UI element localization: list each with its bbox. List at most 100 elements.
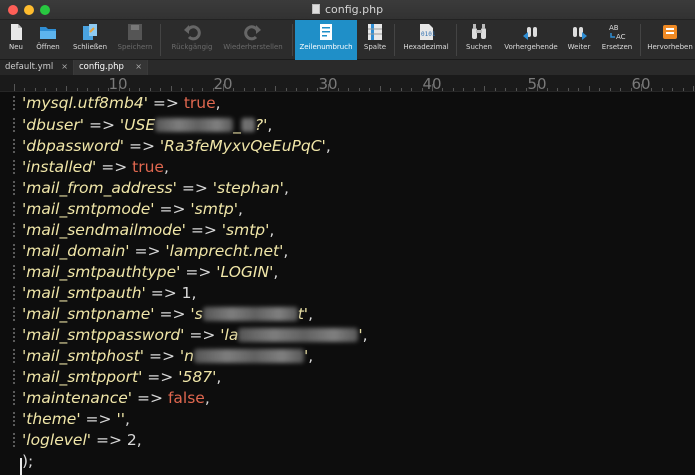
ruler-tick <box>609 88 611 91</box>
highlight-button[interactable]: Hervorheben <box>645 20 695 60</box>
ruler-tick <box>285 88 287 91</box>
tab-config-php[interactable]: config.php × <box>74 60 148 75</box>
search-label: Suchen <box>466 43 492 51</box>
open-button[interactable]: Öffnen <box>32 20 64 60</box>
ruler-tick <box>432 84 433 91</box>
save-label: Speichern <box>117 43 153 51</box>
hexadecimal-button[interactable]: 0101 Hexadezimal <box>400 20 452 60</box>
column-icon <box>368 24 382 40</box>
undo-icon <box>184 25 201 41</box>
ruler-tick <box>306 88 308 91</box>
redo-icon <box>244 25 261 41</box>
text-cursor <box>20 458 22 475</box>
replace-label: Ersetzen <box>601 43 633 51</box>
save-button[interactable]: Speichern <box>114 20 156 60</box>
ruler-tick <box>452 88 454 91</box>
ruler-tick <box>358 88 360 91</box>
toolbar-separator <box>456 24 457 56</box>
ruler-tick <box>620 88 622 91</box>
ruler-tick <box>254 88 256 91</box>
ruler-tick <box>275 86 277 91</box>
ruler-tick <box>379 86 381 91</box>
code-line: 'loglevel' => 2, <box>13 430 142 451</box>
redacted-value <box>194 349 304 363</box>
svg-text:0101: 0101 <box>421 31 435 38</box>
open-label: Öffnen <box>36 43 60 51</box>
ruler-tick <box>567 88 569 91</box>
ruler-tick <box>97 88 99 91</box>
toolbar-separator <box>160 24 161 56</box>
ruler-tick <box>390 88 392 91</box>
search-button[interactable]: Suchen <box>462 20 496 60</box>
code-line: 'dbuser' => 'USE _ ?', <box>13 115 272 136</box>
redacted-value <box>155 118 234 132</box>
code-line: 'mail_domain' => 'lamprecht.net', <box>13 241 288 262</box>
word-wrap-button[interactable]: Zeilenumbruch <box>295 20 357 60</box>
toolbar-separator <box>640 24 641 56</box>
close-file-button[interactable]: Schließen <box>70 20 110 60</box>
tab-default-yml[interactable]: default.yml × <box>0 60 74 75</box>
column-button[interactable]: Spalte <box>360 20 390 60</box>
ruler-tick <box>661 88 663 91</box>
replace-button[interactable]: AB AC Ersetzen <box>598 20 636 60</box>
ruler-tick <box>181 88 183 91</box>
ruler-tick <box>515 88 517 91</box>
save-icon <box>128 24 142 40</box>
ruler-tick <box>411 88 413 91</box>
ruler-tick <box>87 88 89 91</box>
code-line: 'mail_smtpauth' => 1, <box>13 283 196 304</box>
new-button[interactable]: Neu <box>4 20 28 60</box>
open-folder-icon <box>40 27 56 39</box>
ruler-tick <box>651 88 653 91</box>
ruler-tick <box>337 88 339 91</box>
window-title: config.php <box>0 3 695 16</box>
ruler-tick <box>630 88 632 91</box>
ruler-tick <box>34 88 36 91</box>
next-button[interactable]: Weiter <box>564 20 594 60</box>
search-icon <box>472 24 486 39</box>
previous-icon <box>523 27 537 40</box>
undo-button[interactable]: Rückgängig <box>168 20 216 60</box>
code-line: 'mail_smtppassword' => 'la ', <box>13 325 368 346</box>
ruler-tick <box>463 88 465 91</box>
ruler-tick <box>536 84 538 91</box>
undo-label: Rückgängig <box>171 43 213 51</box>
ruler-tick <box>484 86 486 91</box>
code-line: 'mail_smtpport' => '587', <box>13 367 221 388</box>
word-wrap-label: Zeilenumbruch <box>299 43 353 51</box>
previous-label: Vorhergehende <box>504 43 558 51</box>
ruler-tick <box>682 88 684 91</box>
ruler-tick <box>494 88 496 91</box>
previous-button[interactable]: Vorhergehende <box>500 20 562 60</box>
code-line: 'mail_smtpname' => 's t', <box>13 304 313 325</box>
close-tab-icon[interactable]: × <box>135 62 142 71</box>
ruler-tick <box>421 88 423 91</box>
close-file-label: Schließen <box>72 43 108 51</box>
close-tab-icon[interactable]: × <box>61 62 68 71</box>
hex-icon: 0101 <box>420 24 435 40</box>
ruler-tick <box>108 88 110 91</box>
ruler-tick <box>76 88 78 91</box>
ruler-tick <box>473 88 475 91</box>
ruler-tick <box>149 88 151 91</box>
redo-button[interactable]: Wiederherstellen <box>220 20 286 60</box>
ruler-tick <box>170 86 172 91</box>
ruler-tick <box>641 84 642 91</box>
ruler-tick <box>327 84 329 91</box>
ruler-tick <box>557 88 559 91</box>
code-line: 'dbpassword' => 'Ra3feMyxvQeEuPqC', <box>13 136 331 157</box>
ruler-tick <box>296 88 298 91</box>
toolbar: Neu Öffnen Schließen Speichern Rückgängi… <box>0 20 695 60</box>
next-icon <box>573 27 587 40</box>
tab-bar: default.yml × config.php × <box>0 60 695 75</box>
code-editor[interactable]: 'mysql.utf8mb4' => true, 'dbuser' => 'US… <box>0 92 695 475</box>
ruler-tick <box>223 84 224 91</box>
tab-label: default.yml <box>5 62 54 72</box>
ruler-tick <box>45 88 47 91</box>
replace-icon: ABAC <box>609 24 626 41</box>
column-label: Spalte <box>363 43 387 51</box>
ruler-tick <box>212 88 214 91</box>
ruler-tick <box>599 88 601 91</box>
next-label: Weiter <box>567 43 591 51</box>
ruler-tick <box>348 88 350 91</box>
